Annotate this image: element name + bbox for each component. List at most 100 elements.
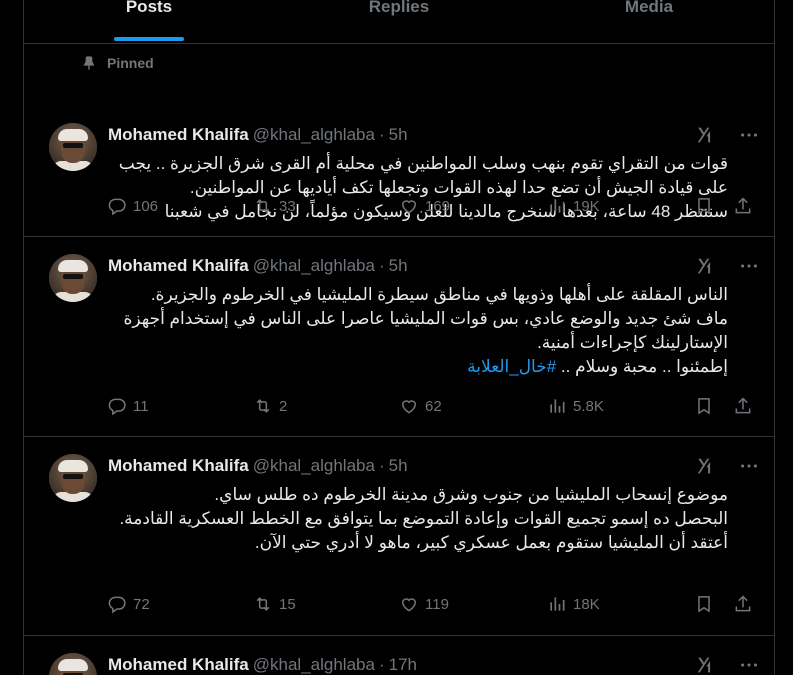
repost-icon: [256, 597, 270, 611]
reply-button[interactable]: 106: [107, 196, 158, 216]
post-header: Mohamed Khalifa @khal_alghlaba · 5h: [108, 125, 408, 145]
repost-count: 2: [279, 397, 288, 415]
reply-count: 106: [133, 197, 159, 215]
repost-icon: [256, 199, 270, 213]
post-time[interactable]: 5h: [389, 256, 408, 276]
views-count: 19K: [573, 197, 600, 215]
like-count: 62: [425, 397, 442, 415]
more-icon[interactable]: [738, 124, 760, 146]
post-time[interactable]: 17h: [389, 655, 417, 675]
avatar[interactable]: [49, 454, 97, 502]
reply-icon: [108, 198, 126, 216]
author-handle[interactable]: @khal_alghlaba: [253, 456, 375, 476]
tab-replies[interactable]: Replies: [274, 0, 524, 43]
grok-icon[interactable]: [695, 124, 717, 146]
like-icon: [401, 400, 417, 414]
reply-icon: [108, 596, 126, 614]
bookmark-button[interactable]: [694, 196, 714, 216]
tab-media-label: Media: [624, 0, 674, 16]
bookmark-button[interactable]: [694, 594, 714, 614]
grok-icon[interactable]: [695, 255, 717, 277]
like-count: 119: [425, 595, 449, 613]
like-icon: [401, 200, 417, 214]
author-name[interactable]: Mohamed Khalifa: [108, 655, 249, 675]
views-count: 5.8K: [573, 397, 604, 415]
author-name[interactable]: Mohamed Khalifa: [108, 125, 249, 145]
reply-button[interactable]: 72: [107, 594, 150, 614]
post-header: Mohamed Khalifa @khal_alghlaba · 5h: [108, 456, 408, 476]
author-handle[interactable]: @khal_alghlaba: [253, 655, 375, 675]
avatar[interactable]: [49, 254, 97, 302]
separator-dot: ·: [378, 655, 385, 674]
post-text-line: أعتقد أن المليشيا ستقوم بعمل عسكري كبير،…: [254, 533, 728, 552]
profile-tabs: Posts Replies Media: [24, 0, 774, 44]
profile-timeline: Posts Replies Media Pinned Mohamed Khali…: [23, 0, 775, 675]
grok-icon[interactable]: [695, 654, 717, 675]
share-icon: [735, 595, 751, 612]
views-icon: [550, 199, 565, 213]
author-handle[interactable]: @khal_alghlaba: [253, 256, 375, 276]
separator-dot: ·: [378, 256, 385, 275]
share-button[interactable]: [733, 196, 753, 216]
views-icon: [550, 399, 565, 413]
share-button[interactable]: [733, 396, 753, 416]
share-icon: [735, 197, 751, 214]
bookmark-icon: [698, 596, 710, 613]
post-text-line: ماف شئ جديد والوضع عادي، بس قوات المليشي…: [123, 309, 728, 352]
reply-button[interactable]: 11: [107, 396, 149, 416]
avatar[interactable]: [49, 653, 97, 675]
bookmark-icon: [698, 398, 710, 415]
post-actions: 72 15 119 18K: [107, 594, 767, 618]
post-text: الناس المقلقة على أهلها وذويها في مناطق …: [108, 283, 728, 379]
repost-button[interactable]: 15: [253, 594, 296, 614]
post-header: Mohamed Khalifa @khal_alghlaba · 17h: [108, 655, 417, 675]
views-button[interactable]: 19K: [547, 196, 600, 216]
pinned-indicator: Pinned: [81, 55, 154, 71]
tab-media[interactable]: Media: [524, 0, 774, 43]
share-button[interactable]: [733, 594, 753, 614]
tab-replies-label: Replies: [368, 0, 430, 16]
views-button[interactable]: 5.8K: [547, 396, 604, 416]
share-icon: [735, 397, 751, 414]
separator-dot: ·: [378, 125, 385, 144]
like-button[interactable]: 169: [399, 196, 450, 216]
author-name[interactable]: Mohamed Khalifa: [108, 256, 249, 276]
repost-button[interactable]: 2: [253, 396, 287, 416]
like-button[interactable]: 119: [399, 594, 449, 614]
post-text-line: البحصل ده إسمو تجميع القوات وإعادة التمو…: [119, 509, 728, 528]
reply-count: 72: [133, 595, 150, 613]
grok-icon[interactable]: [695, 455, 717, 477]
views-count: 18K: [573, 595, 600, 613]
repost-count: 15: [279, 595, 296, 613]
more-icon[interactable]: [738, 455, 760, 477]
post-actions: 106 33 169 19K: [107, 196, 767, 220]
like-count: 169: [425, 197, 451, 215]
post-text-line: الناس المقلقة على أهلها وذويها في مناطق …: [150, 285, 728, 304]
post-text-line: إطمئنوا .. محبة وسلام .. #خال_العلابة: [108, 355, 728, 379]
post[interactable]: Mohamed Khalifa @khal_alghlaba · 17h: [24, 636, 774, 675]
post-text-line: موضوع إنسحاب المليشيا من جنوب وشرق مدينة…: [214, 485, 728, 504]
post-time[interactable]: 5h: [389, 456, 408, 476]
hashtag-link[interactable]: #خال_العلابة: [467, 357, 556, 376]
views-button[interactable]: 18K: [547, 594, 600, 614]
repost-count: 33: [279, 197, 296, 215]
bookmark-button[interactable]: [694, 396, 714, 416]
views-icon: [550, 597, 565, 611]
post-time[interactable]: 5h: [389, 125, 408, 145]
repost-button[interactable]: 33: [253, 196, 296, 216]
like-button[interactable]: 62: [399, 396, 442, 416]
author-name[interactable]: Mohamed Khalifa: [108, 456, 249, 476]
post-header: Mohamed Khalifa @khal_alghlaba · 5h: [108, 256, 408, 276]
separator-dot: ·: [378, 456, 385, 475]
avatar[interactable]: [49, 123, 97, 171]
post-text-line: قوات من التقراي تقوم بنهب وسلب المواطنين…: [118, 154, 728, 197]
post-actions: 11 2 62 5.8K: [107, 396, 767, 420]
reply-icon: [108, 398, 126, 416]
tab-posts[interactable]: Posts: [24, 0, 274, 43]
more-icon[interactable]: [738, 255, 760, 277]
reply-count: 11: [133, 397, 149, 415]
bookmark-icon: [698, 198, 710, 215]
more-icon[interactable]: [738, 654, 760, 675]
pin-icon: [83, 56, 95, 71]
author-handle[interactable]: @khal_alghlaba: [253, 125, 375, 145]
